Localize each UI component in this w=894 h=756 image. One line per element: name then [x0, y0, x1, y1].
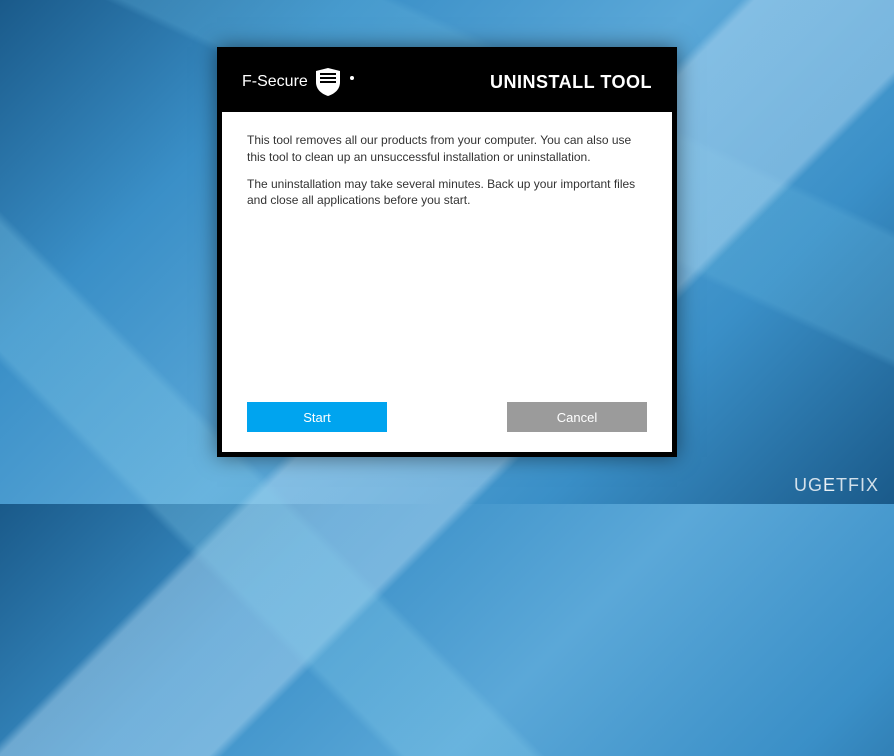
dot-icon — [350, 76, 354, 80]
brand-logo: F-Secure — [242, 68, 354, 96]
description-paragraph-1: This tool removes all our products from … — [247, 132, 647, 166]
dialog-title: UNINSTALL TOOL — [490, 72, 652, 93]
dialog-header: F-Secure UNINSTALL TOOL — [222, 52, 672, 112]
description-paragraph-2: The uninstallation may take several minu… — [247, 176, 647, 210]
button-row: Start Cancel — [247, 392, 647, 432]
dialog-content: This tool removes all our products from … — [222, 112, 672, 452]
uninstall-tool-dialog: F-Secure UNINSTALL TOOL This tool remove… — [217, 47, 677, 457]
cancel-button[interactable]: Cancel — [507, 402, 647, 432]
content-text: This tool removes all our products from … — [247, 132, 647, 392]
brand-text: F-Secure — [242, 73, 308, 91]
start-button[interactable]: Start — [247, 402, 387, 432]
fsecure-shield-icon — [316, 68, 340, 96]
dialog-inner: F-Secure UNINSTALL TOOL This tool remove… — [222, 52, 672, 452]
watermark: UGETFIX — [794, 475, 879, 496]
watermark-text: UGETFIX — [794, 475, 879, 495]
